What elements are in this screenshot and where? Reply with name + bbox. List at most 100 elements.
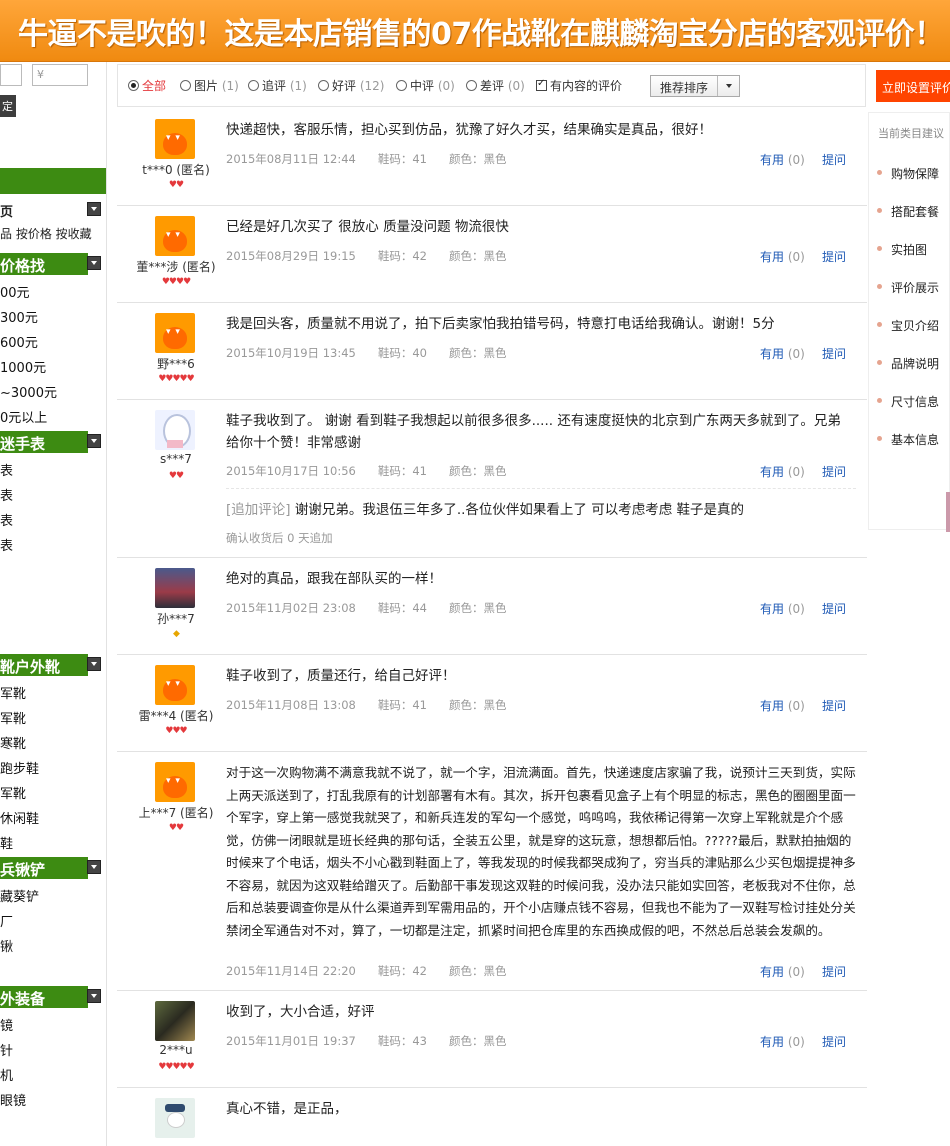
useful-button[interactable]: 有用 (0) <box>760 345 805 362</box>
sidebar-section-boots[interactable]: 靴户外靴 <box>0 654 88 676</box>
review-meta: 2015年11月08日 13:08 鞋码：41 颜色：黑色 <box>226 697 528 713</box>
filter-label: 追评 <box>262 79 287 93</box>
sidebar-item[interactable]: 藏葵铲 <box>0 886 39 905</box>
sidebar-item[interactable]: 休闲鞋 <box>0 808 39 827</box>
chevron-down-icon[interactable] <box>717 76 739 96</box>
sidebar-item[interactable]: 跑步鞋 <box>0 758 39 777</box>
collapse-icon[interactable] <box>87 989 101 1003</box>
avatar[interactable] <box>155 313 195 353</box>
filter-images[interactable]: 图片 (1) <box>180 77 239 94</box>
price-ok-button[interactable]: 定 <box>0 95 16 117</box>
avatar[interactable] <box>155 119 195 159</box>
reviewer-level-icon: ◆ <box>173 629 180 639</box>
sidebar-item[interactable]: 军靴 <box>0 708 26 727</box>
sidebar-item[interactable]: 眼镜 <box>0 1090 26 1109</box>
sidebar-item[interactable]: 600元 <box>0 332 38 351</box>
sidebar-section-watches[interactable]: 迷手表 <box>0 431 88 453</box>
suggestion-item[interactable]: 购物保障 <box>876 165 939 182</box>
sidebar-item[interactable]: 机 <box>0 1065 13 1084</box>
avatar[interactable] <box>155 762 195 802</box>
collapse-icon[interactable] <box>87 256 101 270</box>
sort-dropdown[interactable]: 推荐排序 <box>650 75 740 97</box>
panel-title: 当前类目建议 <box>878 127 944 140</box>
suggestion-item[interactable]: 尺寸信息 <box>876 393 939 410</box>
sidebar-item[interactable]: 军靴 <box>0 783 26 802</box>
collapse-icon[interactable] <box>87 657 101 671</box>
price-min-input[interactable] <box>0 64 22 86</box>
ask-button[interactable]: 提问 <box>822 463 846 480</box>
sidebar-item[interactable]: ~3000元 <box>0 382 57 401</box>
useful-count: (0) <box>787 602 805 616</box>
filter-all[interactable]: 全部 <box>128 77 166 94</box>
sidebar-item[interactable]: 表 <box>0 460 13 479</box>
sidebar-item[interactable]: 针 <box>0 1040 13 1059</box>
price-max-input[interactable]: ¥ <box>32 64 88 86</box>
sidebar-item[interactable]: 厂 <box>0 911 13 930</box>
setup-review-button[interactable]: 立即设置评价 <box>876 70 950 102</box>
avatar[interactable] <box>155 665 195 705</box>
avatar[interactable] <box>155 1098 195 1138</box>
sidebar-item[interactable]: 300元 <box>0 307 38 326</box>
review-content: 已经是好几次买了 很放心 质量没问题 物流很快 <box>226 219 509 235</box>
suggestion-item[interactable]: 实拍图 <box>876 241 927 258</box>
useful-button[interactable]: 有用 (0) <box>760 697 805 714</box>
ask-button[interactable]: 提问 <box>822 697 846 714</box>
content-only-toggle[interactable]: 有内容的评价 <box>536 77 622 94</box>
sidebar-section-gear[interactable]: 外装备 <box>0 986 88 1008</box>
filter-append[interactable]: 追评 (1) <box>248 77 307 94</box>
ask-button[interactable]: 提问 <box>822 248 846 265</box>
sidebar-item[interactable]: 00元 <box>0 282 30 301</box>
sidebar-item[interactable]: 镜 <box>0 1015 13 1034</box>
review-size: 鞋码：42 <box>377 249 427 263</box>
sidebar-item[interactable]: 锹 <box>0 936 13 955</box>
sidebar-item[interactable]: 军靴 <box>0 683 26 702</box>
useful-button[interactable]: 有用 (0) <box>760 600 805 617</box>
sidebar-item[interactable]: 表 <box>0 510 13 529</box>
ask-button[interactable]: 提问 <box>822 600 846 617</box>
sidebar-item[interactable]: 0元以上 <box>0 407 47 426</box>
sidebar-section-price[interactable]: 价格找 <box>0 253 88 275</box>
suggestion-item[interactable]: 品牌说明 <box>876 355 939 372</box>
radio-selected-icon[interactable] <box>128 80 139 91</box>
filter-positive[interactable]: 好评 (12) <box>318 77 384 94</box>
useful-button[interactable]: 有用 (0) <box>760 463 805 480</box>
suggestion-item[interactable]: 评价展示 <box>876 279 939 296</box>
review-meta: 2015年11月01日 19:37 鞋码：43 颜色：黑色 <box>226 1033 528 1049</box>
useful-button[interactable]: 有用 (0) <box>760 248 805 265</box>
radio-icon[interactable] <box>396 80 407 91</box>
avatar[interactable] <box>155 216 195 256</box>
sidebar-item[interactable]: 表 <box>0 535 13 554</box>
useful-button[interactable]: 有用 (0) <box>760 1033 805 1050</box>
filter-negative[interactable]: 差评 (0) <box>466 77 525 94</box>
ask-button[interactable]: 提问 <box>822 345 846 362</box>
suggestion-item[interactable]: 宝贝介绍 <box>876 317 939 334</box>
avatar[interactable] <box>155 1001 195 1041</box>
collapse-icon[interactable] <box>87 434 101 448</box>
sidebar-item[interactable]: 寒靴 <box>0 733 26 752</box>
sidebar-item[interactable]: 表 <box>0 485 13 504</box>
avatar[interactable] <box>155 568 195 608</box>
useful-label: 有用 <box>760 347 785 361</box>
sidebar-section-shovels[interactable]: 兵锹铲 <box>0 857 88 879</box>
review-color: 颜色：黑色 <box>448 346 507 360</box>
collapse-icon[interactable] <box>87 202 101 216</box>
ask-button[interactable]: 提问 <box>822 1033 846 1050</box>
radio-icon[interactable] <box>248 80 259 91</box>
filter-label: 中评 <box>410 79 435 93</box>
radio-icon[interactable] <box>318 80 329 91</box>
ask-button[interactable]: 提问 <box>822 963 846 980</box>
radio-icon[interactable] <box>466 80 477 91</box>
filter-neutral[interactable]: 中评 (0) <box>396 77 455 94</box>
useful-button[interactable]: 有用 (0) <box>760 151 805 168</box>
suggestion-item[interactable]: 基本信息 <box>876 431 939 448</box>
ask-button[interactable]: 提问 <box>822 151 846 168</box>
radio-icon[interactable] <box>180 80 191 91</box>
collapse-icon[interactable] <box>87 860 101 874</box>
avatar[interactable] <box>155 410 195 450</box>
sort-links[interactable]: 品 按价格 按收藏 <box>0 225 92 242</box>
useful-button[interactable]: 有用 (0) <box>760 963 805 980</box>
suggestion-item[interactable]: 搭配套餐 <box>876 203 939 220</box>
sidebar-item[interactable]: 1000元 <box>0 357 46 376</box>
sidebar-item[interactable]: 鞋 <box>0 833 13 852</box>
checkbox-checked-icon[interactable] <box>536 78 547 91</box>
